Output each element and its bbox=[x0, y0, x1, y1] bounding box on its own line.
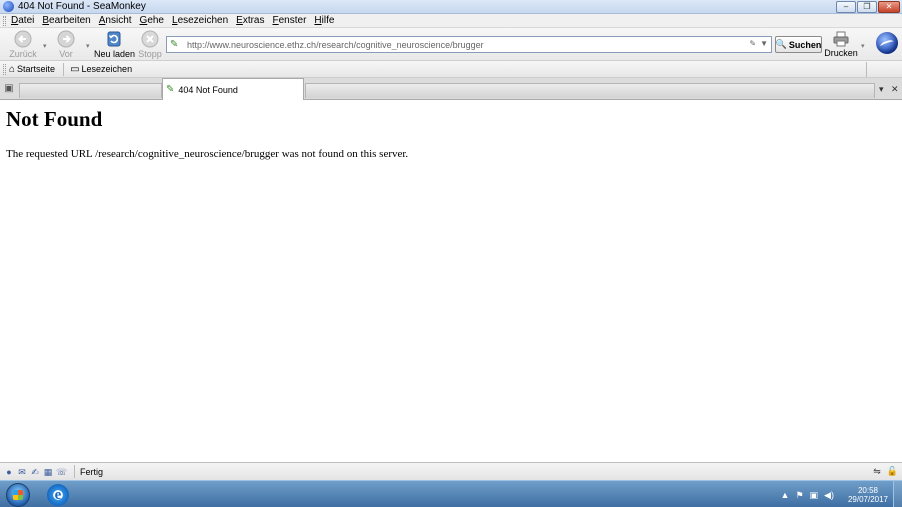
print-dropdown-icon[interactable]: ▾ bbox=[861, 42, 865, 50]
reload-button[interactable]: Neu laden bbox=[94, 29, 136, 60]
tray-network-icon[interactable]: ▣ bbox=[810, 490, 819, 501]
bookmarks-folder-icon: ▭ bbox=[70, 63, 80, 75]
menu-extras[interactable]: Extras bbox=[236, 15, 264, 26]
tab-404-not-found[interactable]: ✎ 404 Not Found bbox=[162, 78, 304, 100]
menu-gehe[interactable]: Gehe bbox=[140, 15, 164, 26]
status-separator bbox=[74, 465, 75, 478]
menu-bar: Datei Bearbeiten Ansicht Gehe Lesezeiche… bbox=[0, 14, 902, 28]
stop-label: Stopp bbox=[138, 49, 162, 59]
new-tab-icon[interactable]: ▣ bbox=[2, 82, 16, 96]
home-button[interactable]: ⌂ Startseite bbox=[9, 64, 55, 75]
back-arrow-icon bbox=[14, 30, 32, 48]
status-bar: ● ✉ ✍ ▦ ☏ Fertig ⇋ 🔓 bbox=[0, 462, 902, 480]
seamonkey-throbber-icon[interactable] bbox=[876, 32, 898, 54]
tab-page-icon: ✎ bbox=[166, 84, 175, 95]
tray-flag-icon[interactable]: ⚑ bbox=[795, 490, 803, 501]
taskbar-clock[interactable]: 20:58 29/07/2017 bbox=[848, 486, 888, 504]
bookmarks-button[interactable]: ▭ Lesezeichen bbox=[70, 64, 132, 75]
menu-datei[interactable]: Datei bbox=[11, 15, 34, 26]
window-controls: – ❐ ✕ bbox=[836, 1, 900, 13]
personal-toolbar: ⌂ Startseite ▭ Lesezeichen bbox=[0, 61, 902, 78]
status-text: Fertig bbox=[80, 466, 104, 477]
tab-filler-left bbox=[19, 83, 162, 98]
menu-bearbeiten[interactable]: Bearbeiten bbox=[42, 15, 90, 26]
back-button[interactable]: Zurück bbox=[3, 29, 43, 60]
personalbar-grip[interactable] bbox=[3, 64, 6, 75]
menu-fenster[interactable]: Fenster bbox=[273, 15, 307, 26]
minimize-button[interactable]: – bbox=[836, 1, 856, 13]
search-button[interactable]: 🔍 Suchen bbox=[775, 36, 822, 53]
urlbar-controls: ✎ ▼ bbox=[749, 39, 768, 48]
security-lock-icon[interactable]: 🔓 bbox=[887, 466, 898, 477]
bookmarks-label: Lesezeichen bbox=[81, 64, 133, 74]
tray-expand-icon[interactable]: ▲ bbox=[781, 490, 790, 500]
url-input[interactable] bbox=[187, 39, 747, 50]
personalbar-separator bbox=[63, 62, 65, 76]
menu-lesezeichen[interactable]: Lesezeichen bbox=[172, 15, 228, 26]
page-heading: Not Found bbox=[6, 107, 103, 131]
online-status-icon[interactable]: ⇋ bbox=[873, 466, 881, 477]
close-tab-icon[interactable]: ✕ bbox=[891, 84, 899, 95]
url-history-dropdown-icon[interactable]: ▼ bbox=[760, 39, 768, 48]
page-content: Not Found The requested URL /research/co… bbox=[0, 101, 902, 462]
tray-volume-icon[interactable]: ◀) bbox=[824, 490, 834, 501]
url-bar[interactable]: ✎ ✎ ▼ bbox=[166, 36, 772, 53]
page-proxy-icon[interactable]: ✎ bbox=[170, 39, 184, 50]
close-button[interactable]: ✕ bbox=[878, 1, 900, 13]
stop-button[interactable]: Stopp bbox=[130, 29, 170, 60]
reload-icon bbox=[105, 30, 123, 48]
search-magnifier-icon: 🔍 bbox=[775, 39, 787, 49]
printer-icon bbox=[833, 31, 849, 47]
navigation-toolbar: Zurück ▾ Vor ▾ Neu laden Stopp ✎ ✎ ▼ 🔍 S… bbox=[0, 28, 902, 61]
system-tray: ▲ ⚑ ▣ ◀) 20:58 29/07/2017 bbox=[781, 486, 888, 504]
menubar-grip[interactable] bbox=[3, 16, 6, 26]
personalbar-right-separator bbox=[866, 62, 867, 77]
maximize-button[interactable]: ❐ bbox=[857, 1, 877, 13]
mail-icon[interactable]: ✉ bbox=[17, 467, 27, 477]
menu-ansicht[interactable]: Ansicht bbox=[99, 15, 132, 26]
title-bar: 404 Not Found - SeaMonkey – ❐ ✕ bbox=[0, 0, 902, 14]
internet-explorer-icon[interactable]: e bbox=[47, 484, 69, 506]
clock-date: 29/07/2017 bbox=[847, 495, 888, 504]
tab-list-dropdown-icon[interactable]: ▾ bbox=[879, 84, 884, 95]
bookmark-pencil-icon[interactable]: ✎ bbox=[749, 39, 756, 48]
status-right-icons: ⇋ 🔓 bbox=[873, 466, 898, 477]
back-label: Zurück bbox=[9, 49, 37, 59]
error-message: The requested URL /research/cognitive_ne… bbox=[6, 148, 409, 160]
stop-icon bbox=[141, 30, 159, 48]
tab-filler-right bbox=[305, 83, 875, 98]
start-button[interactable] bbox=[6, 483, 30, 507]
tab-strip: ▣ ✎ 404 Not Found ▾ ✕ bbox=[0, 78, 902, 100]
menu-hilfe[interactable]: Hilfe bbox=[314, 15, 334, 26]
print-label: Drucken bbox=[824, 48, 858, 58]
tab-label: 404 Not Found bbox=[178, 84, 238, 95]
windows-taskbar: e ▲ ⚑ ▣ ◀) 20:58 29/07/2017 bbox=[0, 480, 902, 507]
forward-arrow-icon bbox=[57, 30, 75, 48]
search-label: Suchen bbox=[788, 39, 822, 50]
forward-label: Vor bbox=[59, 49, 73, 59]
chat-icon[interactable]: ☏ bbox=[56, 467, 67, 477]
navigator-icon[interactable]: ● bbox=[4, 467, 14, 477]
seamonkey-app-icon bbox=[3, 1, 14, 12]
forward-dropdown-icon[interactable]: ▾ bbox=[86, 42, 90, 50]
show-desktop-button[interactable] bbox=[893, 481, 902, 507]
home-label: Startseite bbox=[17, 64, 56, 74]
forward-button[interactable]: Vor bbox=[46, 29, 86, 60]
addressbook-icon[interactable]: ▦ bbox=[43, 467, 53, 477]
clock-time: 20:58 bbox=[857, 486, 878, 495]
print-button[interactable]: Drucken bbox=[822, 29, 860, 60]
window-title: 404 Not Found - SeaMonkey bbox=[18, 1, 146, 12]
composer-icon[interactable]: ✍ bbox=[30, 467, 40, 477]
reload-label: Neu laden bbox=[94, 49, 136, 59]
home-icon: ⌂ bbox=[9, 63, 16, 75]
